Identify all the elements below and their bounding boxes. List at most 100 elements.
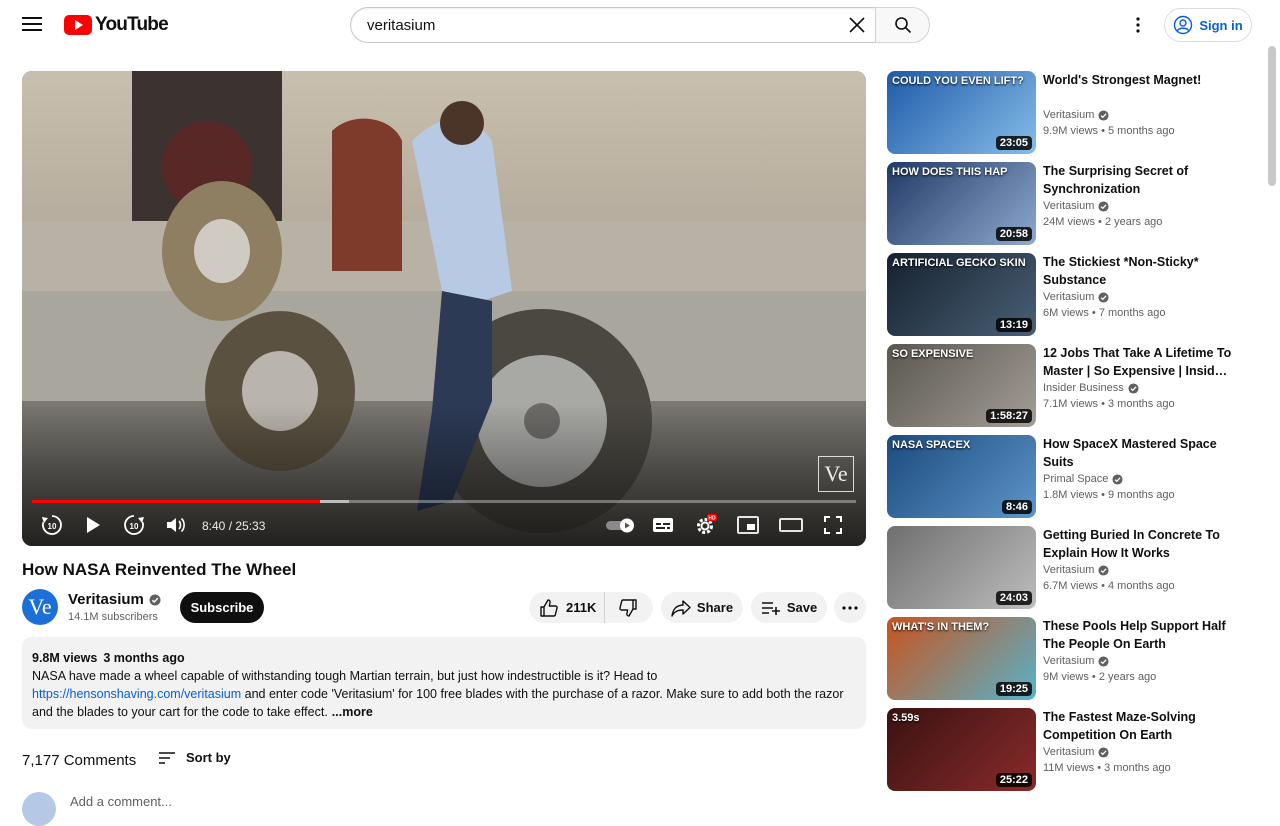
description-line-1: NASA have made a wheel capable of withst… xyxy=(32,669,658,683)
description-text: NASA have made a wheel capable of withst… xyxy=(32,667,856,721)
recommendation-age: 7 months ago xyxy=(1098,307,1166,319)
verified-badge-icon xyxy=(1098,291,1109,303)
recommendation-channel[interactable]: Primal Space xyxy=(1043,473,1123,485)
recommendation-channel[interactable]: Veritasium xyxy=(1043,655,1109,667)
share-button[interactable]: Share xyxy=(661,592,743,623)
fullscreen-icon[interactable] xyxy=(819,511,847,539)
video-duration-badge: 19:25 xyxy=(995,682,1032,696)
channel-name-link[interactable]: Veritasium xyxy=(68,591,161,608)
recommendation-channel-name: Veritasium xyxy=(1043,109,1095,121)
show-more-link[interactable]: ...more xyxy=(332,705,373,719)
seek-forward-10-icon[interactable]: 10 xyxy=(120,511,148,539)
video-duration-badge: 23:05 xyxy=(995,136,1032,150)
channel-avatar[interactable]: Ve xyxy=(22,589,58,625)
recommendation-thumbnail[interactable]: WHAT'S IN THEM? 19:25 xyxy=(887,617,1036,700)
thumbnail-text: COULD YOU EVEN LIFT? xyxy=(892,75,1024,87)
recommendation-title[interactable]: The Surprising Secret of Synchronization xyxy=(1043,162,1233,198)
recommendation-item[interactable]: HOW DOES THIS HAP 20:58 The Surprising Sec… xyxy=(887,162,1257,245)
search-icon xyxy=(894,17,911,34)
view-count: 9.8M views xyxy=(32,651,98,665)
recommendation-title[interactable]: How SpaceX Mastered Space Suits xyxy=(1043,435,1233,471)
settings-gear-icon[interactable]: HD xyxy=(692,511,720,539)
recommendation-thumbnail[interactable]: ARTIFICIAL GECKO SKIN 13:19 xyxy=(887,253,1036,336)
subtitles-icon[interactable] xyxy=(649,511,677,539)
recommendation-title[interactable]: The Fastest Maze-Solving Competition On … xyxy=(1043,708,1233,744)
sort-comments-button[interactable]: Sort by xyxy=(158,750,231,765)
theater-mode-icon[interactable] xyxy=(777,511,805,539)
recommendation-channel-name: Primal Space xyxy=(1043,473,1109,485)
recommendation-item[interactable]: COULD YOU EVEN LIFT? 23:05 World's Stronge… xyxy=(887,71,1257,154)
like-dislike-group: 211K xyxy=(529,592,653,623)
recommendation-item[interactable]: NASA SPACEX 8:46 How SpaceX Mastered Space… xyxy=(887,435,1257,518)
recommendation-item[interactable]: WHAT'S IN THEM? 19:25 These Pools Help Sup… xyxy=(887,617,1257,700)
recommendation-channel[interactable]: Veritasium xyxy=(1043,291,1109,303)
like-button[interactable]: 211K xyxy=(529,592,605,623)
progress-played xyxy=(32,500,321,503)
add-comment-input[interactable]: Add a comment... xyxy=(70,794,172,809)
recommendation-title[interactable]: World's Strongest Magnet! xyxy=(1043,71,1233,89)
autoplay-toggle-icon[interactable] xyxy=(604,511,638,539)
meta-separator: • xyxy=(1094,216,1105,228)
page-scrollbar[interactable] xyxy=(1268,46,1276,186)
more-actions-button[interactable] xyxy=(834,592,866,623)
recommendation-meta: 7.1M views • 3 months ago xyxy=(1043,398,1175,410)
recommendation-channel[interactable]: Veritasium xyxy=(1043,109,1109,121)
time-display: 8:40 / 25:33 xyxy=(202,519,265,533)
play-icon[interactable] xyxy=(79,511,107,539)
recommendation-channel[interactable]: Insider Business xyxy=(1043,382,1139,394)
miniplayer-icon[interactable] xyxy=(734,511,762,539)
recommendation-title[interactable]: Getting Buried In Concrete To Explain Ho… xyxy=(1043,526,1233,562)
current-time: 8:40 xyxy=(202,519,226,533)
search-box[interactable] xyxy=(350,7,875,43)
channel-name: Veritasium xyxy=(68,591,144,608)
meta-separator: • xyxy=(1098,398,1108,410)
video-player[interactable]: Ve 10 10 8:40 / 25:33 HD xyxy=(22,71,866,546)
settings-kebab-icon[interactable] xyxy=(1126,13,1150,37)
video-title: How NASA Reinvented The Wheel xyxy=(22,560,297,579)
volume-icon[interactable] xyxy=(161,511,189,539)
recommendation-views: 9.9M views xyxy=(1043,125,1099,137)
recommendation-age: 9 months ago xyxy=(1108,489,1175,501)
verified-badge-icon xyxy=(1098,200,1109,212)
subscribe-button[interactable]: Subscribe xyxy=(180,592,264,623)
recommendation-item[interactable]: 24:03 Getting Buried In Concrete To Expla… xyxy=(887,526,1257,609)
recommendation-title[interactable]: The Stickiest *Non-Sticky* Substance xyxy=(1043,253,1233,289)
svg-text:10: 10 xyxy=(130,522,139,531)
recommendation-channel[interactable]: Veritasium xyxy=(1043,746,1109,758)
subscriber-count: 14.1M subscribers xyxy=(68,611,158,623)
recommendation-item[interactable]: SO EXPENSIVE 1:58:27 12 Jobs That Take A L… xyxy=(887,344,1257,427)
recommendation-item[interactable]: 3.59s 25:22 The Fastest Maze-Solving Compe… xyxy=(887,708,1257,791)
recommendation-thumbnail[interactable]: HOW DOES THIS HAP 20:58 xyxy=(887,162,1036,245)
video-duration-badge: 1:58:27 xyxy=(986,409,1032,423)
recommendation-thumbnail[interactable]: 24:03 xyxy=(887,526,1036,609)
recommendation-thumbnail[interactable]: SO EXPENSIVE 1:58:27 xyxy=(887,344,1036,427)
verified-badge-icon xyxy=(1128,382,1139,394)
clear-search-icon[interactable] xyxy=(839,8,875,42)
recommendation-thumbnail[interactable]: 3.59s 25:22 xyxy=(887,708,1036,791)
recommendation-item[interactable]: ARTIFICIAL GECKO SKIN 13:19 The Stickiest … xyxy=(887,253,1257,336)
meta-separator: • xyxy=(1098,580,1108,592)
recommendation-title[interactable]: These Pools Help Support Half The People… xyxy=(1043,617,1233,653)
recommendation-title[interactable]: 12 Jobs That Take A Lifetime To Master |… xyxy=(1043,344,1233,380)
recommendation-thumbnail[interactable]: NASA SPACEX 8:46 xyxy=(887,435,1036,518)
description-link[interactable]: https://hensonshaving.com/veritasium xyxy=(32,687,241,701)
recommendation-channel[interactable]: Veritasium xyxy=(1043,564,1109,576)
search-input[interactable] xyxy=(365,15,839,35)
recommendation-channel[interactable]: Veritasium xyxy=(1043,200,1109,212)
search-button[interactable] xyxy=(875,7,930,43)
more-horizontal-icon xyxy=(842,605,858,610)
recommendation-meta: 6M views • 7 months ago xyxy=(1043,307,1165,319)
description-box[interactable]: 9.8M views 3 months ago NASA have made a … xyxy=(22,637,866,729)
dislike-button[interactable] xyxy=(605,592,651,623)
recommendation-thumbnail[interactable]: COULD YOU EVEN LIFT? 23:05 xyxy=(887,71,1036,154)
channel-watermark[interactable]: Ve xyxy=(818,456,854,492)
progress-bar[interactable] xyxy=(32,500,856,503)
save-button[interactable]: Save xyxy=(751,592,827,623)
sign-in-button[interactable]: Sign in xyxy=(1164,8,1252,42)
meta-separator: • xyxy=(1098,125,1108,137)
recommendation-age: 5 months ago xyxy=(1108,125,1175,137)
seek-back-10-icon[interactable]: 10 xyxy=(38,511,66,539)
youtube-logo[interactable]: YouTube xyxy=(64,14,169,36)
search-bar xyxy=(350,7,930,43)
menu-icon[interactable] xyxy=(18,10,46,38)
